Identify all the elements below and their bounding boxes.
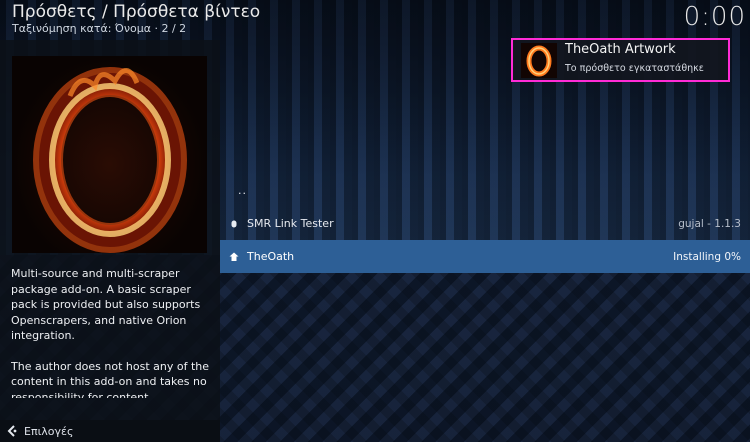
notification-thumbnail	[521, 43, 557, 78]
flaming-o-logo-icon	[33, 67, 187, 253]
notification-toast: TheOath Artwork Το πρόσθετο εγκαταστάθηκ…	[511, 38, 730, 82]
list-item-label: SMR Link Tester	[247, 217, 334, 230]
options-label: Επιλογές	[24, 424, 74, 438]
notification-message: Το πρόσθετο εγκαταστάθηκε	[565, 63, 704, 74]
list-item-label: TheOath	[247, 250, 295, 263]
page-title: Πρόσθετς / Πρόσθετα βίντεο	[12, 2, 261, 22]
clock: 0:00	[683, 2, 746, 32]
bullet-icon	[229, 220, 239, 228]
options-bar[interactable]: Επιλογές	[0, 420, 220, 442]
list-item-parent[interactable]: ..	[220, 174, 750, 207]
list-item-smr-link-tester[interactable]: SMR Link Tester gujal - 1.1.3	[220, 207, 750, 240]
notification-title: TheOath Artwork	[565, 42, 676, 57]
description-paragraph: Multi-source and multi-scraper package a…	[11, 267, 201, 342]
addon-poster	[12, 56, 207, 253]
flaming-o-logo-icon	[526, 45, 552, 77]
options-icon	[6, 425, 18, 437]
description-paragraph: The author does not host any of the cont…	[11, 359, 210, 399]
list-item-theoath[interactable]: TheOath Installing 0%	[220, 240, 750, 273]
addon-list: .. SMR Link Tester gujal - 1.1.3 TheOath…	[220, 174, 750, 273]
sort-info[interactable]: Ταξινόμηση κατά: Όνομα · 2 / 2	[12, 22, 186, 35]
addon-description: Multi-source and multi-scraper package a…	[11, 266, 216, 398]
install-icon	[229, 252, 239, 262]
install-status: Installing 0%	[673, 250, 741, 263]
list-item-version: gujal - 1.1.3	[678, 217, 741, 230]
info-panel: Multi-source and multi-scraper package a…	[0, 40, 220, 442]
list-item-label: ..	[238, 184, 247, 197]
